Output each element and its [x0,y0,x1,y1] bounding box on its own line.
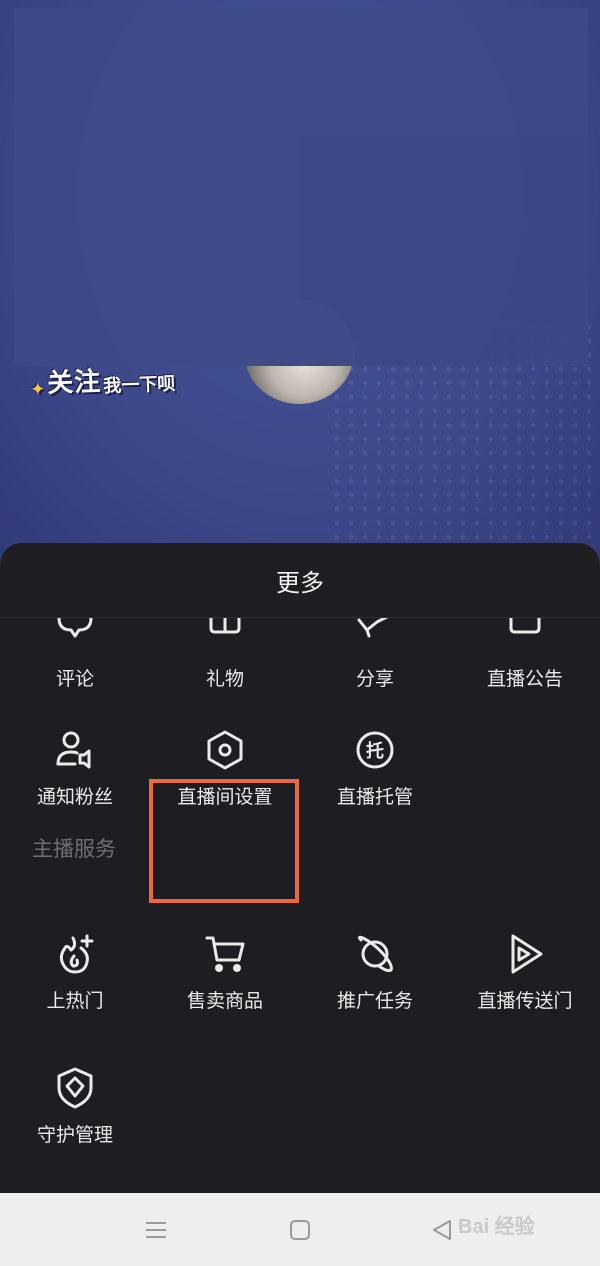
item-promo-task[interactable]: 推广任务 [300,932,450,1013]
follow-sticker: ✦ 关注 我一下呗 [29,359,176,401]
back-triangle-icon[interactable] [431,1218,453,1242]
item-label: 分享 [355,668,394,690]
sheet-title: 更多 [276,569,324,597]
item-label: 礼物 [205,668,244,690]
notify-fans-icon [56,731,91,769]
sparkle-icon: ✦ [29,379,46,401]
item-gift[interactable]: 礼物 [150,618,300,691]
item-label: 直播传送门 [477,990,573,1012]
item-label: 守护管理 [36,1124,113,1146]
menu-icon[interactable] [144,1220,168,1240]
item-hot-boost[interactable]: 上热门 [0,932,150,1013]
item-label: 售卖商品 [186,990,263,1012]
item-guard-manage[interactable]: 守护管理 [0,1066,150,1147]
gift-icon [209,618,241,634]
item-sell-goods[interactable]: 售卖商品 [150,932,300,1013]
home-square-icon[interactable] [289,1219,311,1241]
item-label: 直播公告 [486,668,563,690]
item-notify-fans[interactable]: 通知粉丝 [0,728,150,809]
watermark: Bai 经验 [458,1216,535,1238]
sticker-main-text: 关注 [46,367,102,399]
portal-play-icon [511,934,543,974]
item-announcement[interactable]: 直播公告 [450,618,600,691]
item-share[interactable]: 分享 [300,618,450,691]
item-hosting[interactable]: 托 直播托管 [300,728,450,809]
hosting-icon: 托 [356,731,394,769]
settings-hexagon-icon [207,730,243,770]
item-label: 上热门 [46,990,104,1012]
more-sheet: 更多 评论 礼物 分享 直播公告 通知粉丝 直播间设置 托 直播托管 主播服务 … [0,543,600,1193]
sheet-scroll-area[interactable]: 评论 礼物 分享 直播公告 通知粉丝 直播间设置 托 直播托管 主播服务 上热门… [0,618,600,1193]
item-label: 评论 [55,668,94,690]
section-label-host-services: 主播服务 [32,837,116,861]
planet-icon [357,935,393,972]
comment-icon [57,618,93,638]
item-live-portal[interactable]: 直播传送门 [450,932,600,1013]
item-label: 推广任务 [336,990,413,1012]
announcement-icon [509,618,541,634]
shield-icon [57,1067,93,1109]
item-label: 通知粉丝 [36,786,113,808]
cart-icon [205,936,245,972]
share-icon [357,618,389,638]
hosting-glyph: 托 [366,740,384,762]
selection-highlight [149,779,299,903]
streamer-avatar[interactable] [244,300,354,404]
item-label: 直播托管 [336,786,413,808]
item-comment[interactable]: 评论 [0,618,150,691]
sticker-tail-text: 我一下呗 [102,373,176,397]
hot-boost-icon [59,934,94,974]
